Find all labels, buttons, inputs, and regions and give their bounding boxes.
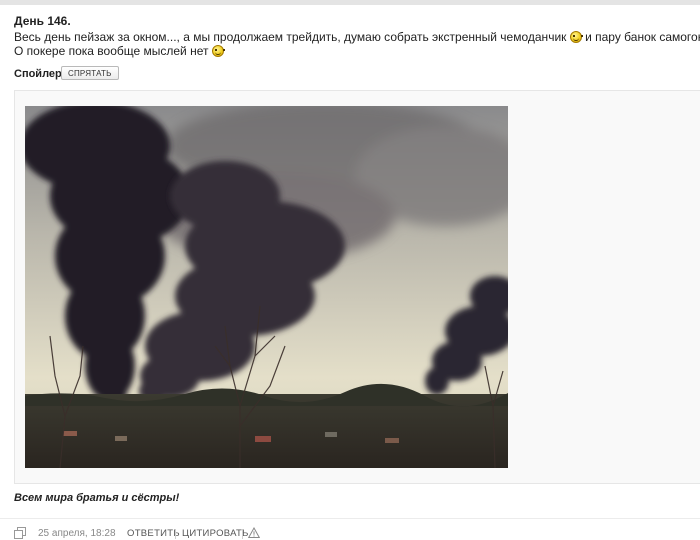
- post-text-part-2: и пару банок самогона: [585, 30, 700, 44]
- warning-icon[interactable]: [248, 527, 260, 539]
- copy-link-icon[interactable]: [14, 527, 26, 539]
- top-divider: [0, 0, 700, 5]
- post-timestamp[interactable]: 25 апреля, 18:28: [38, 528, 116, 539]
- smiley-icon: [569, 31, 583, 43]
- post-text-line-2: О покере пока вообще мыслей нет: [14, 44, 225, 58]
- footer-separator: [242, 529, 243, 539]
- post-title: День 146.: [14, 14, 71, 28]
- post-text-line-1: Весь день пейзаж за окном..., а мы продо…: [14, 30, 700, 44]
- footer-divider: [0, 518, 700, 519]
- closing-text: Всем мира братья и сёстры!: [14, 492, 180, 504]
- reply-link[interactable]: ОТВЕТИТЬ: [127, 528, 180, 539]
- spoiler-label: Спойлер:: [14, 68, 66, 80]
- post-text-part-3: О покере пока вообще мыслей нет: [14, 44, 209, 58]
- footer-separator: [175, 529, 176, 539]
- post-text-part-1: Весь день пейзаж за окном..., а мы продо…: [14, 30, 567, 44]
- smoke-landscape-photo[interactable]: [25, 106, 508, 468]
- quote-link[interactable]: ЦИТИРОВАТЬ: [182, 528, 249, 539]
- smiley-icon: [211, 45, 225, 57]
- spoiler-hide-button[interactable]: СПРЯТАТЬ: [61, 66, 119, 80]
